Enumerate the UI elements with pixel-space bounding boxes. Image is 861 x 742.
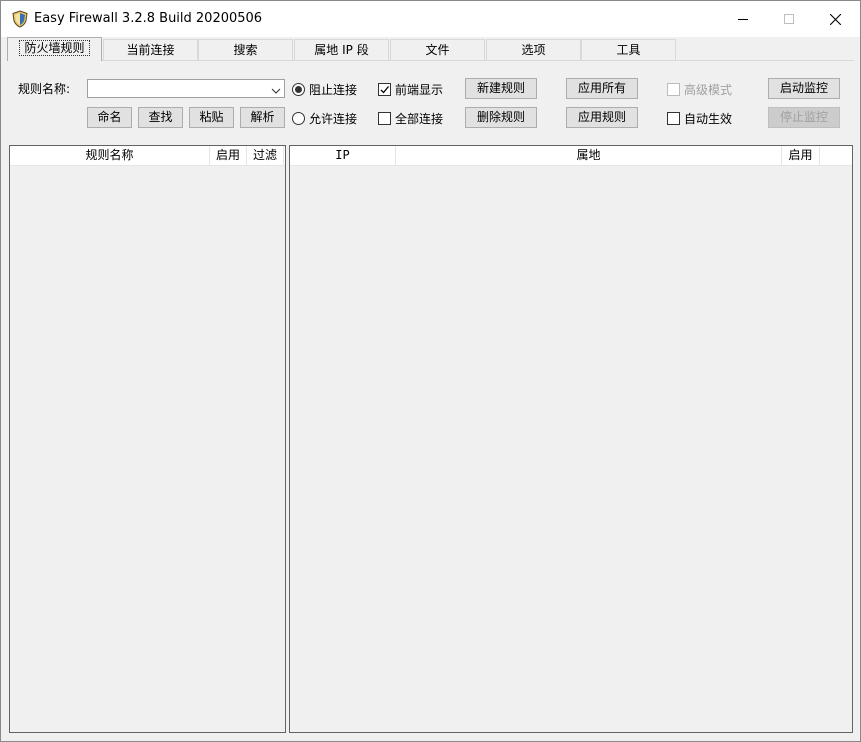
rule-panel: [7, 60, 854, 140]
app-window: Easy Firewall 3.2.8 Build 20200506 防火墙规则…: [0, 0, 861, 742]
auto-apply-checkbox[interactable]: 自动生效: [667, 110, 732, 126]
delete-rule-button[interactable]: 删除规则: [465, 107, 537, 128]
tab-search[interactable]: 搜索: [198, 39, 293, 60]
allow-connection-radio[interactable]: 允许连接: [292, 110, 357, 126]
rules-list[interactable]: 规则名称 启用 过滤: [9, 145, 286, 733]
find-button[interactable]: 查找: [138, 107, 183, 128]
minimize-button[interactable]: [720, 1, 766, 37]
stop-monitor-button[interactable]: 停止监控: [768, 107, 840, 128]
tab-tools[interactable]: 工具: [581, 39, 676, 60]
checkbox-disabled-icon: [667, 82, 680, 96]
tab-ip-ranges[interactable]: 属地 IP 段: [294, 39, 389, 60]
start-monitor-button[interactable]: 启动监控: [768, 78, 840, 99]
radio-unselected-icon: [292, 111, 305, 125]
close-icon: [829, 13, 841, 25]
apply-all-button[interactable]: 应用所有: [566, 78, 638, 99]
rename-button[interactable]: 命名: [87, 107, 132, 128]
column-header-rule-name[interactable]: 规则名称: [10, 146, 210, 165]
parse-button[interactable]: 解析: [240, 107, 285, 128]
block-connection-radio[interactable]: 阻止连接: [292, 81, 357, 97]
ip-list-header: IP 属地 启用: [290, 146, 852, 166]
maximize-button[interactable]: [766, 1, 812, 37]
radio-selected-icon: [292, 82, 305, 96]
minimize-icon: [738, 19, 748, 20]
new-rule-button[interactable]: 新建规则: [465, 78, 537, 99]
window-title: Easy Firewall 3.2.8 Build 20200506: [34, 11, 263, 26]
close-button[interactable]: [812, 1, 858, 37]
rule-name-combo[interactable]: [87, 79, 285, 98]
paste-button[interactable]: 粘贴: [189, 107, 234, 128]
column-header-ip-enabled[interactable]: 启用: [782, 146, 820, 165]
rule-name-label: 规则名称:: [18, 82, 71, 96]
column-header-ip[interactable]: IP: [290, 146, 396, 165]
tab-current-connections[interactable]: 当前连接: [103, 39, 198, 60]
apply-rule-button[interactable]: 应用规则: [566, 107, 638, 128]
tab-bar: 防火墙规则 当前连接 搜索 属地 IP 段 文件 选项 工具: [1, 37, 860, 61]
chevron-down-icon: [271, 84, 281, 98]
checkbox-empty-icon: [378, 111, 391, 125]
advanced-mode-checkbox[interactable]: 高级模式: [667, 81, 732, 97]
front-display-checkbox[interactable]: 前端显示: [378, 81, 443, 97]
maximize-icon: [784, 14, 794, 24]
tab-file[interactable]: 文件: [390, 39, 485, 60]
ip-list[interactable]: IP 属地 启用: [289, 145, 853, 733]
all-connections-checkbox[interactable]: 全部连接: [378, 110, 443, 126]
checkmark-icon: [378, 82, 391, 96]
title-bar[interactable]: Easy Firewall 3.2.8 Build 20200506: [1, 1, 860, 37]
tab-firewall-rules[interactable]: 防火墙规则: [7, 37, 102, 61]
checkbox-empty-icon: [667, 111, 680, 125]
shield-icon: [12, 10, 28, 28]
tab-options[interactable]: 选项: [486, 39, 581, 60]
rules-list-header: 规则名称 启用 过滤: [10, 146, 285, 166]
column-header-enabled[interactable]: 启用: [210, 146, 247, 165]
column-header-filter[interactable]: 过滤: [247, 146, 284, 165]
column-header-location[interactable]: 属地: [396, 146, 782, 165]
